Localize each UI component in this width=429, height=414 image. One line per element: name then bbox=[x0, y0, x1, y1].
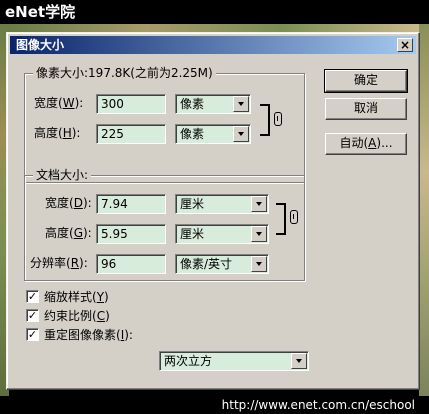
ok-button[interactable]: 确定 bbox=[324, 69, 408, 93]
chevron-down-icon[interactable] bbox=[233, 96, 249, 112]
auto-button[interactable]: 自动(A)... bbox=[325, 133, 407, 155]
chevron-down-icon[interactable] bbox=[233, 126, 249, 142]
background-image-right bbox=[419, 24, 429, 396]
title-bar[interactable]: 图像大小 × bbox=[10, 36, 416, 54]
resample-method-select[interactable]: 两次立方 bbox=[159, 351, 309, 371]
pixel-height-label: 高度(H): bbox=[34, 126, 81, 140]
chevron-down-icon[interactable] bbox=[251, 226, 267, 242]
scale-styles-checkbox[interactable]: ✓ bbox=[26, 290, 39, 303]
pixel-width-label: 宽度(W): bbox=[34, 96, 84, 110]
chain-link-icon bbox=[290, 210, 298, 224]
constrain-proportions-label[interactable]: 约束比例(C) bbox=[44, 308, 110, 324]
document-size-label: 文档大小: bbox=[33, 168, 92, 182]
scale-styles-label[interactable]: 缩放样式(Y) bbox=[44, 289, 109, 305]
url-watermark: http://www.enet.com.cn/eschool bbox=[0, 396, 429, 414]
doc-height-unit-select[interactable]: 厘米 bbox=[175, 224, 269, 244]
pixel-dimensions-label: 像素大小:197.8K(之前为2.25M) bbox=[33, 66, 216, 80]
resolution-input[interactable]: 96 bbox=[96, 254, 166, 274]
chevron-down-icon[interactable] bbox=[291, 353, 307, 369]
background-image-top bbox=[9, 24, 419, 32]
chain-link-icon bbox=[274, 112, 282, 126]
cancel-button[interactable]: 取消 bbox=[325, 98, 407, 120]
resample-label[interactable]: 重定图像像素(I): bbox=[44, 327, 133, 343]
doc-width-input[interactable]: 7.94 bbox=[96, 194, 166, 214]
pixel-height-unit-select[interactable]: 像素 bbox=[175, 124, 251, 144]
resolution-label: 分辨率(R): bbox=[30, 256, 88, 270]
dialog-title: 图像大小 bbox=[16, 38, 65, 52]
constrain-proportions-checkbox[interactable]: ✓ bbox=[26, 309, 39, 322]
chevron-down-icon[interactable] bbox=[251, 196, 267, 212]
doc-width-unit-select[interactable]: 厘米 bbox=[175, 194, 269, 214]
doc-height-input[interactable]: 5.95 bbox=[96, 224, 166, 244]
pixel-width-unit-select[interactable]: 像素 bbox=[175, 94, 251, 114]
doc-height-label: 高度(G): bbox=[45, 226, 92, 240]
pixel-width-input[interactable]: 300 bbox=[96, 94, 166, 114]
chevron-down-icon[interactable] bbox=[251, 256, 267, 272]
close-button[interactable]: × bbox=[397, 38, 413, 52]
image-size-dialog: 图像大小 × 像素大小:197.8K(之前为2.25M) 宽度(W): 300 … bbox=[6, 32, 420, 390]
pixel-link-bracket bbox=[260, 104, 270, 136]
resolution-unit-select[interactable]: 像素/英寸 bbox=[175, 254, 269, 274]
doc-width-label: 宽度(D): bbox=[45, 196, 92, 210]
pixel-height-input[interactable]: 225 bbox=[96, 124, 166, 144]
resample-checkbox[interactable]: ✓ bbox=[26, 328, 39, 341]
doc-link-bracket bbox=[276, 203, 286, 235]
brand-watermark: eNet学院 bbox=[5, 3, 76, 21]
